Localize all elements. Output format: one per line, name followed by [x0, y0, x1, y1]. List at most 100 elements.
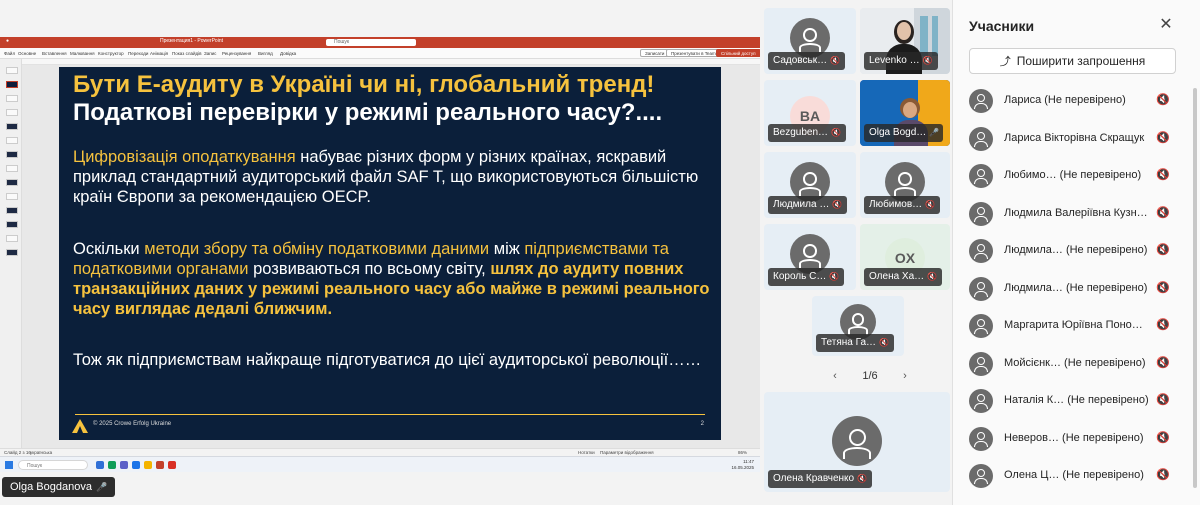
highlight-text: Цифровізація оподаткування [73, 148, 296, 166]
record-button[interactable]: Записати [640, 49, 670, 57]
participant-tile[interactable]: Любимов… 🔇 [860, 152, 950, 218]
slide-thumb[interactable] [6, 249, 18, 256]
slide-thumb[interactable] [6, 221, 18, 228]
teams-meeting-window: ● Презентация1 - PowerPoint Пошук Файл О… [0, 0, 1200, 505]
slide-thumbnails[interactable] [0, 59, 22, 472]
pp-search-box[interactable]: Пошук [326, 39, 416, 46]
mic-off-icon: 🔇 [831, 128, 842, 137]
slide-thumb[interactable] [6, 151, 18, 158]
ribbon-tab[interactable]: Конструктор [98, 51, 124, 56]
powerpoint-icon[interactable] [156, 461, 164, 469]
app-icon[interactable] [108, 461, 116, 469]
avatar-icon [969, 389, 993, 413]
chevron-right-icon[interactable]: › [898, 368, 912, 384]
body-text: Оскільки [73, 240, 145, 258]
participant-tile-speaking[interactable]: Olga Bogd… 🎤 [860, 80, 950, 146]
slide-thumb[interactable] [6, 235, 18, 242]
ribbon-tab[interactable]: Файл [4, 51, 15, 56]
slide-thumb[interactable] [6, 123, 18, 130]
slide-thumb[interactable] [6, 193, 18, 200]
powerpoint-ribbon: Файл Основне Вставлення Малювання Констр… [0, 48, 760, 59]
participant-tile[interactable]: Король С… 🔇 [764, 224, 856, 290]
notes-button[interactable]: Нотатки [578, 450, 595, 455]
participant-tile[interactable]: Levenko … 🔇 [860, 8, 950, 74]
participant-tile[interactable]: Людмила … 🔇 [764, 152, 856, 218]
ribbon-tab[interactable]: Малювання [70, 51, 95, 56]
ribbon-tab[interactable]: Рецензування [222, 51, 251, 56]
participant-tile[interactable]: BA Bezguben… 🔇 [764, 80, 856, 146]
slide-thumb-selected[interactable] [6, 81, 18, 88]
slide-footer: © 2025 Crowe Erfolg Ukraine [93, 421, 172, 427]
taskbar-search[interactable]: Пошук [18, 460, 88, 470]
present-teams-button[interactable]: Презентувати в Teams [666, 49, 723, 57]
app-icon[interactable] [132, 461, 140, 469]
app-icon[interactable] [168, 461, 176, 469]
participant-row[interactable]: Олена Ц… (Не перевірено) 🔇 [953, 460, 1200, 492]
participant-row[interactable]: Любимо… (Не перевірено) 🔇 [953, 160, 1200, 192]
slide-thumb[interactable] [6, 165, 18, 172]
ribbon-tab[interactable]: Вигляд [258, 51, 273, 56]
app-icon[interactable] [96, 461, 104, 469]
participant-row[interactable]: Маргарита Юріївна Поно… 🔇 [953, 310, 1200, 342]
mic-off-icon: 🔇 [829, 272, 840, 281]
slide-paragraph-2: Оскільки методи збору та обміну податков… [73, 239, 713, 319]
crowe-logo-icon [72, 419, 88, 433]
slide-thumb[interactable] [6, 67, 18, 74]
participant-tile[interactable]: Тетяна Га… 🔇 [812, 296, 904, 356]
teams-icon[interactable] [120, 461, 128, 469]
slide-thumb[interactable] [6, 95, 18, 102]
participant-tile[interactable]: OX Олена Ха… 🔇 [860, 224, 950, 290]
mic-off-icon: 🔇 [1156, 206, 1170, 219]
slide-thumb[interactable] [6, 137, 18, 144]
ribbon-tab[interactable]: Вставлення [42, 51, 67, 56]
participant-row[interactable]: Наталія К… (Не перевірено) 🔇 [953, 385, 1200, 417]
participant-name: Лариса Вікторівна Скращук [1004, 131, 1145, 144]
mic-off-icon: 🔇 [879, 338, 890, 347]
clock-date: 16.05.2025 [731, 465, 754, 470]
avatar-icon [969, 276, 993, 301]
avatar-icon [832, 416, 882, 466]
tile-name: Тетяна Га… 🔇 [816, 334, 895, 352]
slide-page-number: 2 [700, 421, 704, 427]
folder-icon[interactable] [144, 461, 152, 469]
mic-off-icon: 🔇 [1156, 394, 1170, 406]
share-button[interactable]: Спільний доступ [716, 49, 760, 57]
mic-off-icon: 🔇 [1156, 469, 1170, 481]
slide-thumb[interactable] [6, 207, 18, 214]
ribbon-tab[interactable]: Анімація [150, 51, 168, 56]
mic-off-icon: 🔇 [1156, 356, 1170, 369]
zoom-level[interactable]: 86% [738, 450, 747, 455]
slide-thumb[interactable] [6, 109, 18, 116]
participant-row[interactable]: Неверов… (Не перевірено) 🔇 [953, 423, 1200, 455]
taskbar-clock: 11:47 16.05.2025 [731, 459, 754, 471]
participant-row[interactable]: Людмила… (Не перевірено) 🔇 [953, 273, 1200, 305]
app-title: Презентация1 - PowerPoint [160, 38, 223, 44]
slide-thumb[interactable] [6, 179, 18, 186]
ribbon-tab[interactable]: Основне [18, 51, 36, 56]
participant-name: Лариса (Не перевірено) [1004, 94, 1126, 106]
participant-name: Людмила Валеріївна Кузн… [1004, 206, 1148, 219]
ribbon-tab[interactable]: Переходи [128, 51, 148, 56]
presenter-label: Olga Bogdanova 🎤 [2, 477, 116, 497]
share-invite-button[interactable]: ⤴ Поширити запрошення [969, 48, 1176, 74]
powerpoint-titlebar: ● Презентация1 - PowerPoint Пошук [0, 37, 760, 48]
close-icon[interactable]: ✕ [1157, 16, 1175, 34]
participant-row[interactable]: Лариса Вікторівна Скращук 🔇 [953, 123, 1200, 155]
self-video-tile[interactable]: Олена Кравченко 🔇 [764, 392, 950, 492]
ribbon-tab[interactable]: Показ слайдів [172, 51, 201, 56]
mic-icon: 🎤 [95, 482, 108, 492]
chevron-left-icon[interactable]: ‹ [828, 368, 842, 384]
participant-row[interactable]: Мойсієнк… (Не перевірено) 🔇 [953, 348, 1200, 380]
display-settings-button[interactable]: Параметри відображення [600, 450, 654, 455]
avatar-icon [969, 351, 993, 376]
ribbon-tab[interactable]: Довідка [280, 51, 296, 56]
windows-start-icon[interactable] [5, 461, 13, 469]
pp-statusbar: Слайд 2 з 16 українська Нотатки Параметр… [0, 448, 760, 456]
participant-tile[interactable]: Садовськ… 🔇 [764, 8, 856, 74]
shared-screen: ● Презентация1 - PowerPoint Пошук Файл О… [0, 37, 760, 472]
participant-row[interactable]: Людмила… (Не перевірено) 🔇 [953, 235, 1200, 267]
ribbon-tab[interactable]: Запис [204, 51, 216, 56]
participant-row[interactable]: Людмила Валеріївна Кузн… 🔇 [953, 198, 1200, 230]
autosave-label: ● [6, 38, 10, 44]
participant-row[interactable]: Лариса (Не перевірено) 🔇 [953, 85, 1200, 117]
